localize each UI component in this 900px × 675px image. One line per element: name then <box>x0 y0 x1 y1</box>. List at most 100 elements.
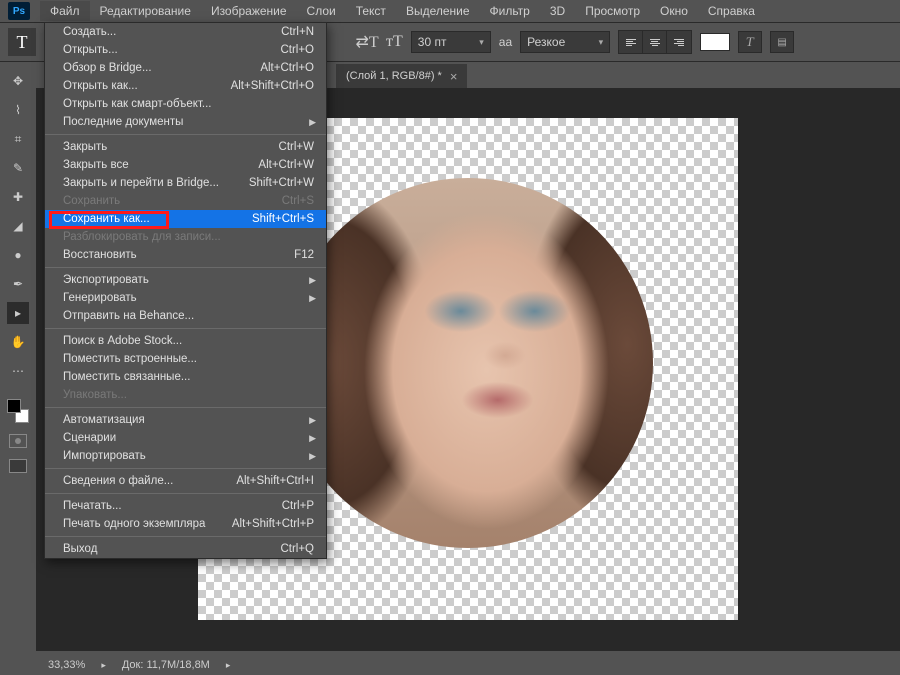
menu-separator <box>45 407 326 408</box>
menu-item[interactable]: Закрыть всеAlt+Ctrl+W <box>45 156 326 174</box>
menu-файл[interactable]: Файл <box>40 1 90 21</box>
menu-separator <box>45 493 326 494</box>
menu-item-shortcut: Shift+Ctrl+S <box>252 213 314 225</box>
submenu-arrow-icon: ▶ <box>309 293 316 304</box>
menu-item-label: Выход <box>63 543 97 555</box>
menu-item-label: Сохранить как... <box>63 213 150 225</box>
menu-слои[interactable]: Слои <box>297 1 346 21</box>
menu-item[interactable]: Экспортировать▶ <box>45 271 326 289</box>
menu-item-label: Закрыть <box>63 141 107 153</box>
menu-separator <box>45 267 326 268</box>
menu-item[interactable]: Выход Ctrl+Q <box>45 540 326 558</box>
close-icon[interactable]: × <box>450 69 458 84</box>
menu-item[interactable]: Печать одного экземпляраAlt+Shift+Ctrl+P <box>45 515 326 533</box>
align-right-button[interactable] <box>667 31 691 53</box>
move-tool-icon[interactable]: ✥ <box>7 70 29 92</box>
circular-portrait-layer <box>283 178 653 548</box>
menu-item[interactable]: Обзор в Bridge...Alt+Ctrl+O <box>45 59 326 77</box>
menu-просмотр[interactable]: Просмотр <box>575 1 650 21</box>
font-size-select[interactable]: 30 пт▾ <box>411 31 491 53</box>
foreground-color-swatch[interactable] <box>7 399 21 413</box>
character-panel-button[interactable]: ▤ <box>770 31 794 53</box>
menu-текст[interactable]: Текст <box>346 1 396 21</box>
chevron-down-icon: ▾ <box>599 37 604 48</box>
menu-item[interactable]: Поиск в Adobe Stock... <box>45 332 326 350</box>
menu-item[interactable]: ЗакрытьCtrl+W <box>45 138 326 156</box>
menu-separator <box>45 328 326 329</box>
eyedropper-tool-icon[interactable]: ✎ <box>7 157 29 179</box>
healing-tool-icon[interactable]: ✚ <box>7 186 29 208</box>
menu-item[interactable]: ВосстановитьF12 <box>45 246 326 264</box>
menu-item[interactable]: Закрыть и перейти в Bridge...Shift+Ctrl+… <box>45 174 326 192</box>
menu-item[interactable]: Сценарии▶ <box>45 429 326 447</box>
menu-item[interactable]: Поместить встроенные... <box>45 350 326 368</box>
menu-выделение[interactable]: Выделение <box>396 1 480 21</box>
menu-item[interactable]: Последние документы▶ <box>45 113 326 131</box>
hand-tool-icon[interactable]: ✋ <box>7 331 29 353</box>
info-menu-icon[interactable]: ▸ <box>226 660 231 671</box>
path-selection-tool-icon[interactable]: ▸ <box>7 302 29 324</box>
text-color-swatch[interactable] <box>700 33 730 51</box>
menu-item-label: Обзор в Bridge... <box>63 62 152 74</box>
menu-фильтр[interactable]: Фильтр <box>480 1 540 21</box>
menu-item[interactable]: Сохранить как... Shift+Ctrl+S <box>45 210 326 228</box>
file-menu-dropdown: Создать...Ctrl+N Открыть... Ctrl+O Обзор в … <box>44 22 327 559</box>
menu-item[interactable]: Автоматизация▶ <box>45 411 326 429</box>
submenu-arrow-icon: ▶ <box>309 451 316 462</box>
warp-text-button[interactable]: T <box>738 31 762 53</box>
document-info[interactable]: Док: 11,7M/18,8M <box>122 659 210 671</box>
lasso-tool-icon[interactable]: ⌇ <box>7 99 29 121</box>
menu-item-label: Сценарии <box>63 432 116 444</box>
menu-item[interactable]: Открыть... Ctrl+O <box>45 41 326 59</box>
menu-separator <box>45 468 326 469</box>
gradient-tool-icon[interactable]: ◢ <box>7 215 29 237</box>
document-tab[interactable]: (Слой 1, RGB/8#) * × <box>336 64 467 88</box>
text-orientation-icon[interactable]: ⇄T <box>356 31 378 53</box>
menu-item[interactable]: Создать...Ctrl+N <box>45 23 326 41</box>
menu-item-label: Печать одного экземпляра <box>63 518 205 530</box>
menu-item[interactable]: Отправить на Behance... <box>45 307 326 325</box>
screen-mode-button[interactable] <box>9 459 27 473</box>
menu-редактирование[interactable]: Редактирование <box>90 1 201 21</box>
menu-item-shortcut: Ctrl+O <box>280 44 314 56</box>
menu-item[interactable]: Открыть как...Alt+Shift+Ctrl+O <box>45 77 326 95</box>
quick-mask-toggle[interactable] <box>9 434 27 448</box>
anti-alias-select[interactable]: Резкое▾ <box>520 31 610 53</box>
menu-item-label: Последние документы <box>63 116 183 128</box>
text-align-group <box>618 30 692 54</box>
menu-item[interactable]: Импортировать▶ <box>45 447 326 465</box>
menu-item-label: Открыть... <box>63 44 118 56</box>
pen-tool-icon[interactable]: ✒ <box>7 273 29 295</box>
menu-окно[interactable]: Окно <box>650 1 698 21</box>
menu-item[interactable]: Поместить связанные... <box>45 368 326 386</box>
menu-item-label: Сохранить <box>63 195 120 207</box>
menu-3d[interactable]: 3D <box>540 1 575 21</box>
menu-item-label: Генерировать <box>63 292 137 304</box>
blur-tool-icon[interactable]: ● <box>7 244 29 266</box>
menu-item[interactable]: Генерировать ▶ <box>45 289 326 307</box>
crop-tool-icon[interactable]: ⌗ <box>7 128 29 150</box>
menu-item[interactable]: Печатать...Ctrl+P <box>45 497 326 515</box>
menu-item[interactable]: Сведения о файле...Alt+Shift+Ctrl+I <box>45 472 326 490</box>
menu-item-label: Поместить встроенные... <box>63 353 197 365</box>
tool-preset-button[interactable]: T <box>8 28 36 56</box>
align-center-button[interactable] <box>643 31 667 53</box>
menu-item-label: Создать... <box>63 26 116 38</box>
menu-item-label: Закрыть и перейти в Bridge... <box>63 177 219 189</box>
menu-bar: Ps ФайлРедактированиеИзображениеСлоиТекс… <box>0 0 900 22</box>
menu-item: СохранитьCtrl+S <box>45 192 326 210</box>
edit-toolbar-icon[interactable]: ⋯ <box>7 360 29 382</box>
menu-item-shortcut: Ctrl+Q <box>280 543 314 555</box>
menu-изображение[interactable]: Изображение <box>201 1 297 21</box>
menu-item-label: Разблокировать для записи... <box>63 231 221 243</box>
zoom-level[interactable]: 33,33% <box>48 659 85 671</box>
zoom-menu-icon[interactable]: ▸ <box>101 660 106 671</box>
menu-item-label: Автоматизация <box>63 414 145 426</box>
menu-справка[interactable]: Справка <box>698 1 765 21</box>
foreground-background-swatches[interactable] <box>7 399 29 423</box>
tool-palette: ✥ ⌇ ⌗ ✎ ✚ ◢ ● ✒ ▸ ✋ ⋯ <box>4 66 32 473</box>
menu-item-label: Упаковать... <box>63 389 127 401</box>
menu-item-label: Печатать... <box>63 500 122 512</box>
menu-item[interactable]: Открыть как смарт-объект... <box>45 95 326 113</box>
align-left-button[interactable] <box>619 31 643 53</box>
